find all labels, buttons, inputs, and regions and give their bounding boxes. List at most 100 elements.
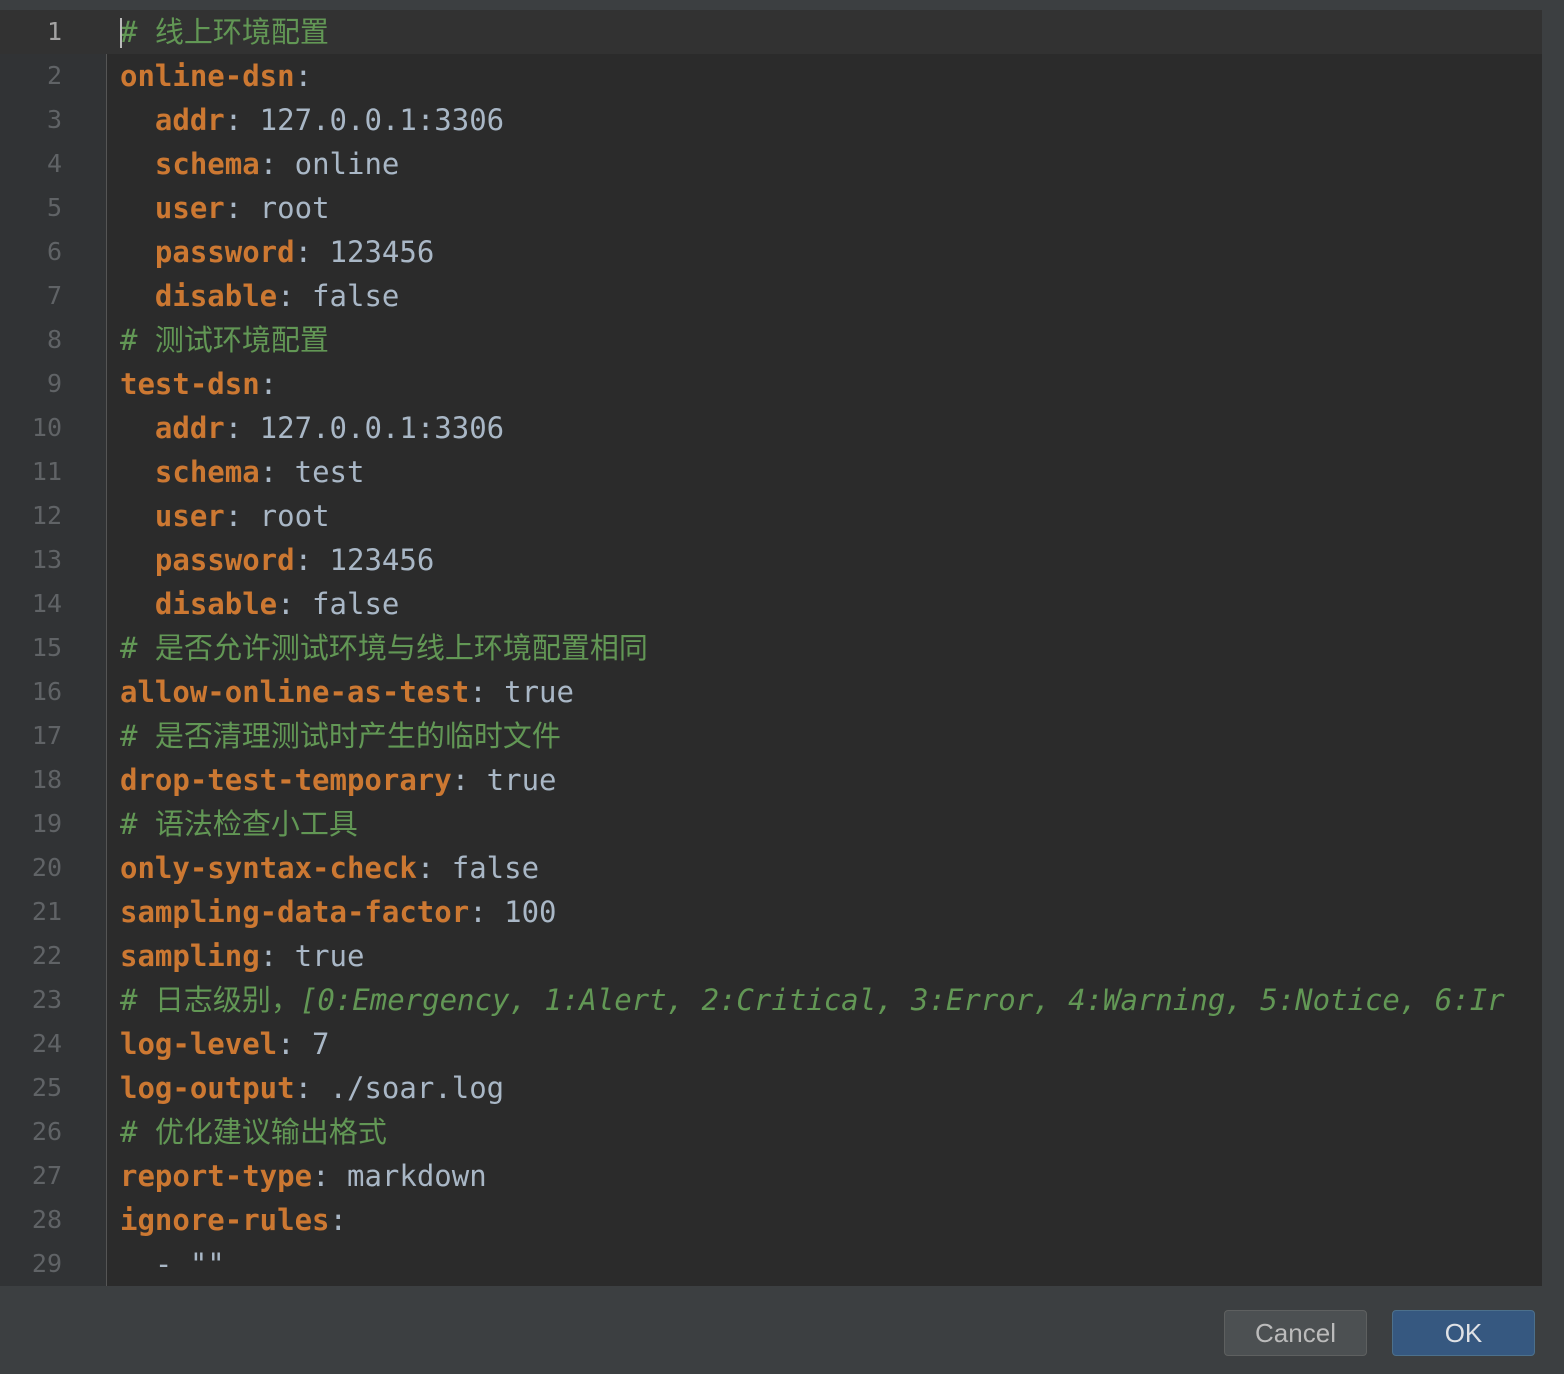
- line-number: 29: [31, 1249, 62, 1278]
- ok-button[interactable]: OK: [1392, 1310, 1535, 1356]
- yaml-value: : false: [277, 587, 400, 621]
- yaml-key: password: [154, 543, 295, 577]
- yaml-value: : 123456: [294, 235, 435, 269]
- yaml-comment: # 线上环境配置: [120, 15, 329, 49]
- code-line[interactable]: 25 log-output: ./soar.log: [0, 1066, 1542, 1110]
- line-number: 10: [31, 413, 62, 442]
- yaml-comment: # 日志级别，: [120, 983, 300, 1017]
- code-line[interactable]: 17 # 是否清理测试时产生的临时文件: [0, 714, 1542, 758]
- line-number: 11: [31, 457, 62, 486]
- line-number: 19: [31, 809, 62, 838]
- yaml-key: sampling: [120, 939, 260, 973]
- code-text: user: root: [120, 186, 330, 230]
- code-line[interactable]: 11 schema: test: [0, 450, 1542, 494]
- yaml-value: :: [294, 59, 313, 93]
- line-number: 26: [31, 1117, 62, 1146]
- yaml-key: user: [154, 191, 225, 225]
- yaml-key: ignore-rules: [120, 1203, 330, 1237]
- yaml-value: : online: [259, 147, 400, 181]
- code-text: # 是否清理测试时产生的临时文件: [120, 714, 561, 758]
- yaml-key: only-syntax-check: [120, 851, 417, 885]
- line-number: 6: [46, 237, 62, 266]
- dialog-top-bar: [0, 0, 1564, 10]
- yaml-key: allow-online-as-test: [120, 675, 470, 709]
- code-line[interactable]: 2 online-dsn:: [0, 54, 1542, 98]
- yaml-value: : root: [224, 499, 330, 533]
- code-text: addr: 127.0.0.1:3306: [120, 406, 504, 450]
- yaml-value: : false: [416, 851, 540, 885]
- code-line[interactable]: 23 # 日志级别，[0:Emergency, 1:Alert, 2:Critic…: [0, 978, 1542, 1022]
- line-number: 22: [31, 941, 62, 970]
- line-number: 12: [31, 501, 62, 530]
- code-text: schema: test: [120, 450, 365, 494]
- line-number: 21: [31, 897, 62, 926]
- code-text: allow-online-as-test: true: [120, 670, 574, 714]
- editor-scrollbar-strip[interactable]: [1542, 10, 1564, 1286]
- yaml-value: :: [329, 1203, 347, 1237]
- cancel-button[interactable]: Cancel: [1224, 1310, 1367, 1356]
- yaml-key: addr: [154, 411, 225, 445]
- yaml-value: [120, 279, 155, 313]
- yaml-value: [120, 587, 155, 621]
- code-line[interactable]: 14 disable: false: [0, 582, 1542, 626]
- code-line[interactable]: 27 report-type: markdown: [0, 1154, 1542, 1198]
- code-line[interactable]: 5 user: root: [0, 186, 1542, 230]
- code-text: log-output: ./soar.log: [120, 1066, 504, 1110]
- code-text: disable: false: [120, 582, 399, 626]
- yaml-comment: # 语法检查小工具: [120, 807, 358, 841]
- yaml-comment: [0:Emergency, 1:Alert, 2:Critical, 3:Err…: [299, 983, 1505, 1017]
- code-line[interactable]: 1 # 线上环境配置: [0, 10, 1542, 54]
- yaml-value: [120, 235, 155, 269]
- code-line[interactable]: 4 schema: online: [0, 142, 1542, 186]
- yaml-value: : true: [259, 939, 365, 973]
- yaml-key: log-output: [120, 1071, 295, 1105]
- code-line[interactable]: 26 # 优化建议输出格式: [0, 1110, 1542, 1154]
- line-number: 14: [31, 589, 62, 618]
- code-line[interactable]: 22 sampling: true: [0, 934, 1542, 978]
- code-line[interactable]: 19 # 语法检查小工具: [0, 802, 1542, 846]
- code-line[interactable]: 3 addr: 127.0.0.1:3306: [0, 98, 1542, 142]
- line-number: 3: [46, 105, 62, 134]
- code-line[interactable]: 12 user: root: [0, 494, 1542, 538]
- code-text: # 语法检查小工具: [120, 802, 358, 846]
- code-line[interactable]: 18 drop-test-temporary: true: [0, 758, 1542, 802]
- code-text: log-level: 7: [120, 1022, 330, 1066]
- code-text: disable: false: [120, 274, 399, 318]
- code-line[interactable]: 10 addr: 127.0.0.1:3306: [0, 406, 1542, 450]
- code-text: schema: online: [120, 142, 399, 186]
- yaml-value: [120, 147, 155, 181]
- line-number: 9: [46, 369, 62, 398]
- yaml-value: [120, 499, 155, 533]
- yaml-value: : 100: [469, 895, 557, 929]
- yaml-key: user: [154, 499, 225, 533]
- code-line[interactable]: 9 test-dsn:: [0, 362, 1542, 406]
- code-text: # 优化建议输出格式: [120, 1110, 387, 1154]
- code-line[interactable]: 21 sampling-data-factor: 100: [0, 890, 1542, 934]
- line-number: 28: [31, 1205, 62, 1234]
- line-number: 24: [31, 1029, 62, 1058]
- code-line[interactable]: 8 # 测试环境配置: [0, 318, 1542, 362]
- yaml-comment: # 是否清理测试时产生的临时文件: [120, 719, 561, 753]
- yaml-value: [120, 543, 155, 577]
- line-number: 20: [31, 853, 62, 882]
- line-number: 1: [46, 17, 62, 46]
- code-line[interactable]: 16 allow-online-as-test: true: [0, 670, 1542, 714]
- code-line[interactable]: 15 # 是否允许测试环境与线上环境配置相同: [0, 626, 1542, 670]
- code-text: - "": [120, 1242, 225, 1286]
- yaml-value: : markdown: [312, 1159, 487, 1193]
- code-line[interactable]: 29 - "": [0, 1242, 1542, 1286]
- code-line[interactable]: 24 log-level: 7: [0, 1022, 1542, 1066]
- line-number: 27: [31, 1161, 62, 1190]
- code-line[interactable]: 20 only-syntax-check: false: [0, 846, 1542, 890]
- code-text: sampling-data-factor: 100: [120, 890, 557, 934]
- code-line[interactable]: 28 ignore-rules:: [0, 1198, 1542, 1242]
- code-line[interactable]: 6 password: 123456: [0, 230, 1542, 274]
- code-line[interactable]: 7 disable: false: [0, 274, 1542, 318]
- line-number: 13: [31, 545, 62, 574]
- line-number: 17: [31, 721, 62, 750]
- yaml-code-editor[interactable]: 1 # 线上环境配置 2 online-dsn: 3 addr: 127.0.0.1:3…: [0, 10, 1542, 1286]
- code-line[interactable]: 13 password: 123456: [0, 538, 1542, 582]
- yaml-value: : 127.0.0.1:3306: [224, 103, 505, 137]
- yaml-value: : root: [224, 191, 330, 225]
- yaml-key: password: [154, 235, 295, 269]
